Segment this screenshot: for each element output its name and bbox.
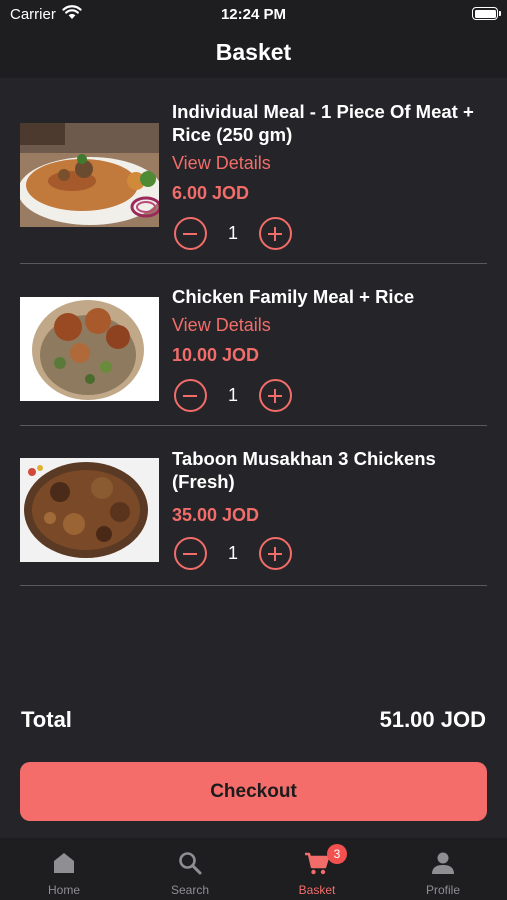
item-price: 6.00 JOD — [172, 183, 250, 203]
tab-label: Home — [47, 883, 80, 897]
item-quantity: 1 — [227, 543, 238, 563]
divider — [20, 425, 487, 426]
item-name: Individual Meal - 1 Piece Of Meat + Rice… — [172, 101, 474, 145]
total-label: Total — [21, 707, 72, 732]
decrease-quantity-button[interactable] — [174, 217, 207, 250]
search-icon — [179, 852, 202, 875]
decrease-quantity-button[interactable] — [174, 379, 207, 412]
basket-item: Individual Meal - 1 Piece Of Meat + Rice… — [20, 96, 487, 266]
profile-icon — [432, 852, 454, 874]
item-image — [20, 297, 159, 401]
increase-quantity-button[interactable] — [259, 217, 292, 250]
status-time: 12:24 PM — [220, 6, 287, 23]
tab-home[interactable]: Home — [1, 838, 127, 900]
item-price: 10.00 JOD — [172, 345, 260, 365]
total-value: 51.00 JOD — [379, 707, 486, 732]
cart-count-badge: 3 — [327, 844, 347, 864]
item-name: Chicken Family Meal + Rice — [172, 286, 415, 307]
tab-search[interactable]: Search — [127, 838, 253, 900]
basket-item: Chicken Family Meal + Rice View Details … — [20, 266, 487, 428]
tab-label: Search — [170, 883, 210, 897]
checkout-button[interactable]: Checkout — [20, 762, 487, 821]
increase-quantity-button[interactable] — [259, 379, 292, 412]
status-bar: Carrier 12:24 PM — [0, 0, 507, 30]
divider — [20, 263, 487, 264]
divider — [20, 585, 487, 586]
item-name: Taboon Musakhan 3 Chickens (Fresh) — [172, 448, 436, 492]
item-image — [20, 458, 159, 562]
item-image — [20, 123, 159, 227]
item-quantity: 1 — [227, 385, 238, 405]
view-details-link[interactable]: View Details — [172, 153, 271, 174]
battery-icon — [472, 7, 501, 20]
home-icon — [54, 853, 74, 873]
item-quantity: 1 — [227, 223, 238, 243]
tab-bar: Home Search 3 Basket Profile — [0, 838, 507, 900]
item-price: 35.00 JOD — [172, 505, 260, 525]
increase-quantity-button[interactable] — [259, 537, 292, 570]
tab-label: Profile — [425, 883, 460, 897]
nav-bar: Basket — [0, 30, 507, 78]
page-title: Basket — [215, 39, 292, 65]
decrease-quantity-button[interactable] — [174, 537, 207, 570]
tab-profile[interactable]: Profile — [380, 838, 506, 900]
checkout-label: Checkout — [210, 781, 297, 802]
view-details-link[interactable]: View Details — [172, 315, 271, 336]
tab-label: Basket — [298, 883, 336, 897]
basket-item: Taboon Musakhan 3 Chickens (Fresh) 35.00… — [20, 428, 487, 590]
tab-basket[interactable]: 3 Basket — [254, 838, 380, 900]
